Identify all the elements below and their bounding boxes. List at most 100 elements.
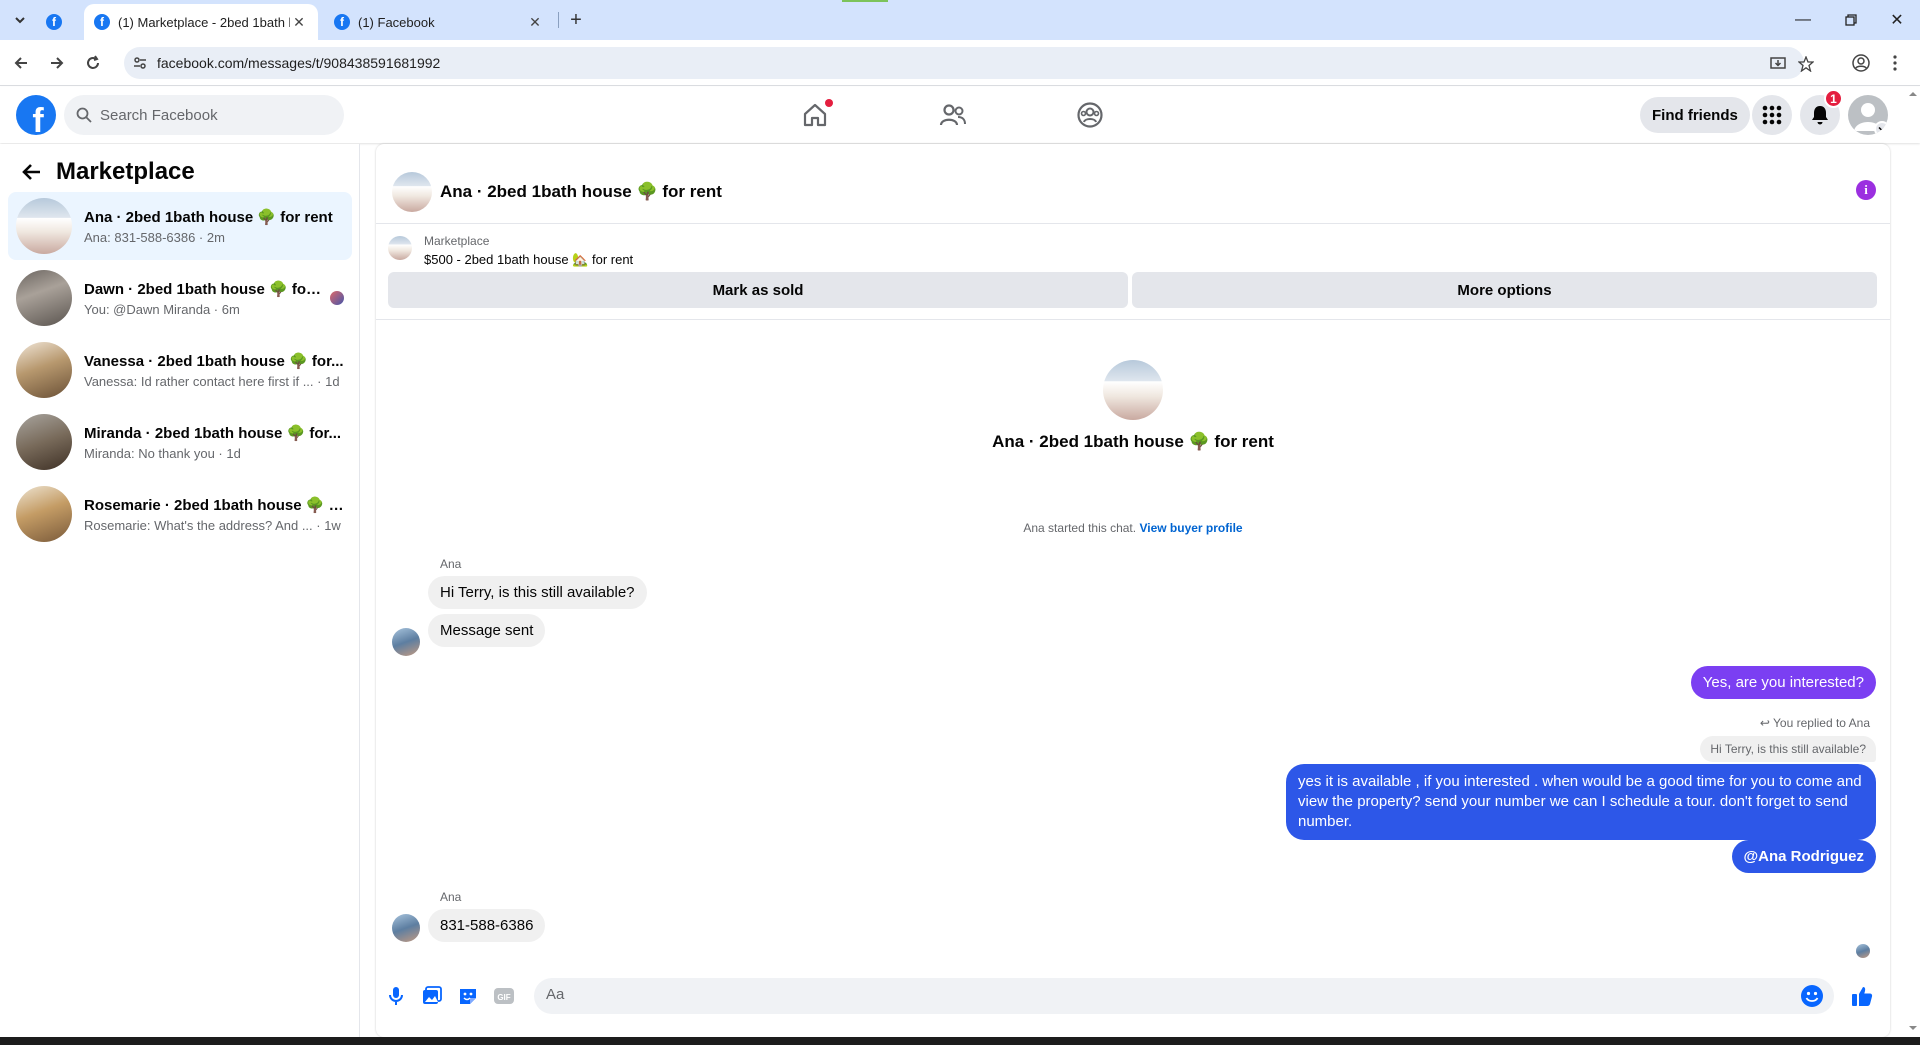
chat-started-note: Ana started this chat. View buyer profil…	[376, 521, 1890, 535]
message-outgoing-mention[interactable]: @Ana Rodriguez	[1731, 840, 1876, 873]
close-icon[interactable]: ✕	[290, 13, 308, 31]
search-input[interactable]	[100, 106, 320, 124]
browser-profile-button[interactable]	[1848, 50, 1874, 76]
conversation-name: Rosemarie · 2bed 1bath house 🌳 f...	[84, 496, 344, 514]
nav-home[interactable]	[759, 87, 871, 143]
nav-friends[interactable]	[897, 87, 1009, 143]
home-notification-dot	[825, 99, 833, 107]
site-settings-icon[interactable]	[132, 55, 148, 71]
facebook-favicon-icon: f	[94, 14, 110, 30]
back-button[interactable]	[8, 50, 34, 76]
conversation-item[interactable]: Dawn · 2bed 1bath house 🌳 for... You: @D…	[8, 264, 352, 332]
seen-avatar-icon	[330, 291, 344, 305]
marketplace-label: Marketplace	[424, 234, 490, 248]
arrow-left-icon	[14, 57, 27, 69]
view-buyer-profile-link[interactable]: View buyer profile	[1139, 521, 1242, 535]
facebook-favicon-icon: f	[334, 14, 350, 30]
started-text: Ana started this chat.	[1023, 521, 1137, 535]
facebook-header: f Find friends 1	[0, 87, 1920, 143]
sticker-icon[interactable]	[456, 984, 480, 1008]
menu-button[interactable]	[1752, 95, 1792, 135]
tab-marketplace[interactable]: f (1) Marketplace - 2bed 1bath house for…	[84, 4, 318, 40]
marketplace-sidebar: Marketplace Ana · 2bed 1bath house 🌳 for…	[0, 144, 360, 1037]
listing-thumbnail	[16, 342, 72, 398]
reload-button[interactable]	[80, 50, 106, 76]
photo-icon[interactable]	[420, 984, 444, 1008]
search-icon	[76, 107, 92, 123]
more-options-button[interactable]: More options	[1132, 272, 1877, 308]
browser-tab-bar: f f (1) Marketplace - 2bed 1bath house f…	[0, 0, 1920, 40]
emoji-icon[interactable]	[1800, 984, 1824, 1008]
conversation-name: Dawn · 2bed 1bath house 🌳 for...	[84, 280, 322, 298]
listing-thumbnail	[16, 414, 72, 470]
message-incoming[interactable]: Hi Terry, is this still available?	[428, 576, 647, 609]
svg-text:GIF: GIF	[497, 993, 510, 1002]
tab-pinned-facebook[interactable]: f	[40, 4, 68, 40]
browser-menu-button[interactable]	[1882, 50, 1908, 76]
account-avatar[interactable]	[1848, 95, 1888, 135]
page-scrollbar[interactable]	[1906, 87, 1920, 1037]
restore-button[interactable]	[1828, 6, 1874, 34]
conversation-name: Ana · 2bed 1bath house 🌳 for rent	[84, 208, 333, 226]
close-icon[interactable]: ✕	[526, 13, 544, 31]
back-button[interactable]	[16, 156, 48, 188]
sidebar-header: Marketplace	[16, 156, 195, 188]
conversation-item[interactable]: Ana · 2bed 1bath house 🌳 for rent Ana: 8…	[8, 192, 352, 260]
bookmark-star-icon[interactable]	[1796, 54, 1816, 74]
message-input[interactable]	[546, 986, 1776, 1003]
conversation-preview: You: @Dawn Miranda · 6m	[84, 301, 240, 317]
message-incoming[interactable]: Message sent	[428, 614, 546, 647]
new-tab-button[interactable]: +	[564, 8, 588, 32]
scroll-up-arrow-icon[interactable]	[1906, 89, 1920, 99]
sender-avatar[interactable]	[392, 628, 420, 656]
browser-address-bar: facebook.com/messages/t/908438591681992	[0, 40, 1920, 86]
message-incoming[interactable]: 831-588-6386	[428, 909, 546, 942]
facebook-search[interactable]	[64, 95, 344, 135]
listing-thumbnail	[16, 270, 72, 326]
mark-as-sold-button[interactable]: Mark as sold	[388, 272, 1128, 308]
conversation-preview: Miranda: No thank you · 1d	[84, 445, 241, 461]
tab-facebook[interactable]: f (1) Facebook ✕	[324, 4, 554, 40]
tab-title: (1) Marketplace - 2bed 1bath house for r…	[118, 14, 290, 30]
read-receipt-avatar	[1856, 944, 1870, 958]
find-friends-button[interactable]: Find friends	[1640, 97, 1750, 133]
forward-button[interactable]	[44, 50, 70, 76]
listing-title[interactable]: $500 - 2bed 1bath house 🏡 for rent	[424, 252, 633, 268]
reload-icon	[87, 55, 99, 69]
chat-title[interactable]: Ana · 2bed 1bath house 🌳 for rent	[440, 182, 722, 202]
sender-name: Ana	[440, 557, 462, 571]
info-icon[interactable]: i	[1856, 180, 1876, 200]
tab-search-button[interactable]	[8, 8, 32, 32]
message-input-wrapper[interactable]	[534, 978, 1834, 1014]
grid-menu-icon	[1762, 105, 1782, 125]
facebook-logo-icon[interactable]: f	[16, 95, 56, 135]
chat-header: Ana · 2bed 1bath house 🌳 for rent i	[376, 144, 1890, 224]
close-window-button[interactable]: ✕	[1874, 6, 1920, 34]
conversation-item[interactable]: Vanessa · 2bed 1bath house 🌳 for... Vane…	[8, 336, 352, 404]
reply-note-text: You replied to Ana	[1773, 716, 1870, 730]
omnibox[interactable]: facebook.com/messages/t/908438591681992	[124, 47, 1814, 79]
nav-groups[interactable]	[1034, 87, 1146, 143]
conversation-preview: Rosemarie: What's the address? And ... ·…	[84, 517, 341, 533]
minimize-button[interactable]: —	[1780, 6, 1826, 34]
conversation-item[interactable]: Miranda · 2bed 1bath house 🌳 for... Mira…	[8, 408, 352, 476]
conversation-item[interactable]: Rosemarie · 2bed 1bath house 🌳 f... Rose…	[8, 480, 352, 548]
chat-avatar[interactable]	[392, 172, 432, 212]
message-outgoing[interactable]: Yes, are you interested?	[1690, 666, 1876, 699]
conversation-preview: Vanessa: Id rather contact here first if…	[84, 373, 340, 389]
gif-icon[interactable]: GIF	[492, 984, 516, 1008]
chevron-down-icon	[15, 17, 25, 24]
install-app-icon[interactable]	[1768, 54, 1788, 74]
arrow-right-icon	[51, 57, 64, 69]
microphone-icon[interactable]	[384, 984, 408, 1008]
sidebar-title: Marketplace	[56, 158, 195, 185]
chat-panel: Ana · 2bed 1bath house 🌳 for rent i Mark…	[376, 144, 1890, 1037]
listing-thumbnail	[388, 236, 412, 260]
message-outgoing[interactable]: yes it is available , if you interested …	[1286, 764, 1876, 840]
like-thumbs-up-icon[interactable]	[1850, 984, 1874, 1008]
sender-avatar[interactable]	[392, 914, 420, 942]
notifications-button[interactable]: 1	[1800, 89, 1843, 135]
reply-quote[interactable]: Hi Terry, is this still available?	[1700, 736, 1876, 762]
scroll-down-arrow-icon[interactable]	[1906, 1023, 1920, 1033]
sender-name: Ana	[440, 890, 462, 904]
